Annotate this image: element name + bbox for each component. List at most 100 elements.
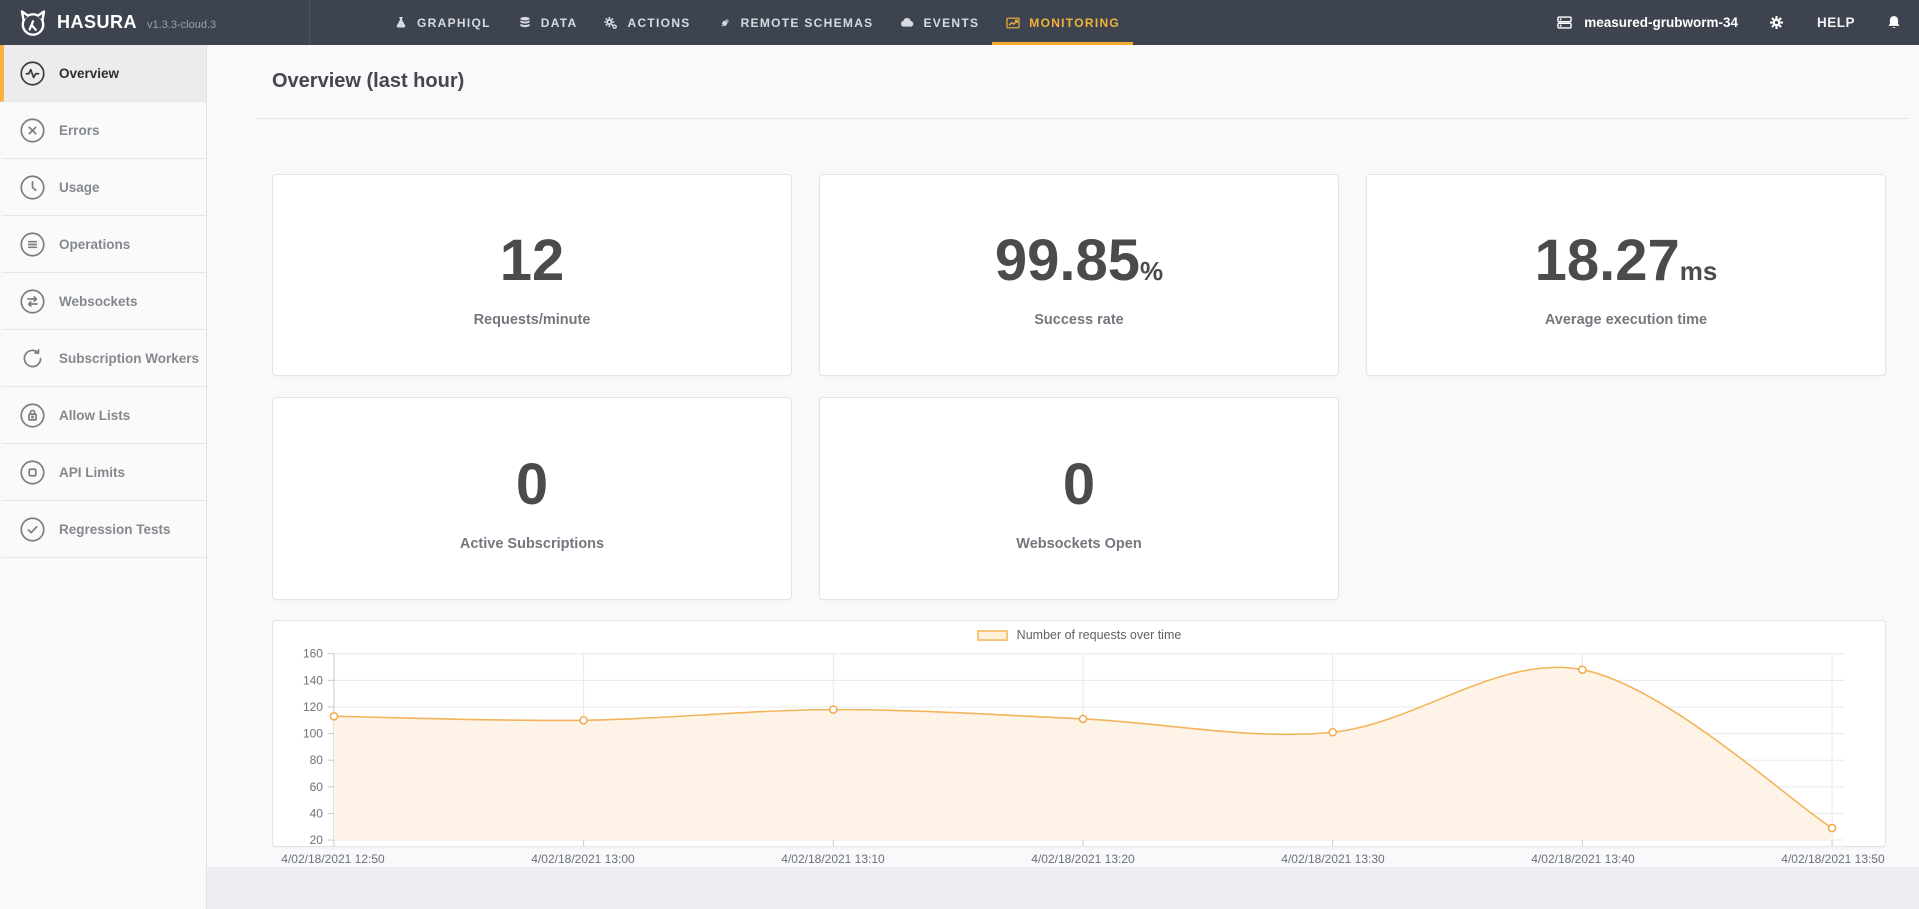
legend-label: Number of requests over time bbox=[1017, 628, 1182, 642]
data-point[interactable] bbox=[1579, 666, 1586, 673]
x-axis-label: 4/02/18/2021 13:10 bbox=[781, 852, 884, 866]
sidebar-item-websockets[interactable]: Websockets bbox=[0, 273, 206, 330]
nav-item-label: EVENTS bbox=[923, 16, 979, 30]
svg-text:40: 40 bbox=[310, 806, 324, 820]
x-axis-label: 4/02/18/2021 12:50 bbox=[281, 852, 384, 866]
svg-text:140: 140 bbox=[303, 673, 323, 687]
nav-item-graphiql[interactable]: GRAPHIQL bbox=[380, 0, 504, 45]
sidebar-item-errors[interactable]: Errors bbox=[0, 102, 206, 159]
page-title: Overview (last hour) bbox=[272, 70, 464, 93]
gears-icon bbox=[603, 15, 619, 31]
data-point[interactable] bbox=[1329, 729, 1336, 736]
svg-text:80: 80 bbox=[310, 753, 324, 767]
chart-line-icon bbox=[1005, 15, 1021, 31]
database-icon bbox=[517, 15, 533, 31]
data-point[interactable] bbox=[580, 717, 587, 724]
sidebar-item-label: Subscription Workers bbox=[59, 351, 199, 366]
main-content: Overview (last hour) 12 Requests/minute … bbox=[207, 45, 1919, 909]
sidebar-item-label: Operations bbox=[59, 237, 130, 252]
nav-item-label: REMOTE SCHEMAS bbox=[741, 16, 874, 30]
sidebar-item-label: Overview bbox=[59, 66, 119, 81]
nav-item-label: ACTIONS bbox=[627, 16, 690, 30]
stat-label: Active Subscriptions bbox=[460, 536, 604, 552]
sidebar-item-label: Regression Tests bbox=[59, 522, 171, 537]
lock-circle-icon bbox=[19, 402, 46, 429]
legend-swatch bbox=[977, 630, 1008, 641]
sidebar: Overview Errors Usage Operations Websock… bbox=[0, 45, 207, 909]
sidebar-item-label: Usage bbox=[59, 180, 100, 195]
project-name: measured-grubworm-34 bbox=[1584, 15, 1738, 30]
data-point[interactable] bbox=[330, 713, 337, 720]
notifications-button[interactable] bbox=[1885, 14, 1903, 32]
stat-value: 0 bbox=[1063, 456, 1095, 514]
hasura-logo-icon bbox=[18, 8, 48, 38]
nav-item-label: MONITORING bbox=[1029, 16, 1120, 30]
nav-item-actions[interactable]: ACTIONS bbox=[590, 0, 703, 45]
error-circle-icon bbox=[19, 117, 46, 144]
stat-card-active-subscriptions: 0 Active Subscriptions bbox=[272, 397, 792, 600]
sidebar-item-operations[interactable]: Operations bbox=[0, 216, 206, 273]
x-axis-label: 4/02/18/2021 13:00 bbox=[531, 852, 634, 866]
stat-label: Websockets Open bbox=[1016, 536, 1141, 552]
svg-text:20: 20 bbox=[310, 833, 324, 846]
x-axis-label: 4/02/18/2021 13:30 bbox=[1281, 852, 1384, 866]
sidebar-item-subscription-workers[interactable]: Subscription Workers bbox=[0, 330, 206, 387]
data-point[interactable] bbox=[1828, 825, 1835, 832]
svg-text:100: 100 bbox=[303, 727, 323, 741]
server-icon bbox=[1554, 12, 1575, 33]
stat-value: 12 bbox=[500, 232, 565, 290]
x-axis-label: 4/02/18/2021 13:40 bbox=[1531, 852, 1634, 866]
activity-icon bbox=[19, 60, 46, 87]
data-point[interactable] bbox=[830, 706, 837, 713]
stat-label: Success rate bbox=[1034, 312, 1123, 328]
sidebar-item-usage[interactable]: Usage bbox=[0, 159, 206, 216]
sidebar-item-label: Errors bbox=[59, 123, 100, 138]
x-axis-label: 4/02/18/2021 13:50 bbox=[1781, 852, 1884, 866]
navbar-right: measured-grubworm-34 HELP bbox=[1554, 0, 1903, 45]
project-selector[interactable]: measured-grubworm-34 bbox=[1554, 12, 1738, 33]
svg-text:160: 160 bbox=[303, 647, 323, 661]
bottom-strip bbox=[207, 867, 1919, 909]
stat-label: Requests/minute bbox=[474, 312, 591, 328]
title-divider bbox=[255, 118, 1909, 119]
svg-text:60: 60 bbox=[310, 780, 324, 794]
hasura-monitoring-app: HASURA v1.3.3-cloud.3 GRAPHIQL DATA ACTI… bbox=[0, 0, 1919, 909]
nav-item-remote-schemas[interactable]: REMOTE SCHEMAS bbox=[704, 0, 887, 45]
cloud-icon bbox=[899, 15, 915, 31]
sidebar-item-api-limits[interactable]: API Limits bbox=[0, 444, 206, 501]
data-point[interactable] bbox=[1079, 715, 1086, 722]
square-circle-icon bbox=[19, 459, 46, 486]
stat-card-websockets-open: 0 Websockets Open bbox=[819, 397, 1339, 600]
plug-icon bbox=[717, 15, 733, 31]
help-button[interactable]: HELP bbox=[1817, 15, 1855, 30]
brand-area[interactable]: HASURA v1.3.3-cloud.3 bbox=[0, 0, 310, 45]
flask-icon bbox=[393, 15, 409, 31]
stat-value: 18.27ms bbox=[1535, 232, 1718, 290]
requests-chart-svg[interactable]: 20 40 60 80 100 120 140 160 bbox=[273, 621, 1885, 846]
version-label: v1.3.3-cloud.3 bbox=[147, 19, 216, 31]
sidebar-item-regression-tests[interactable]: Regression Tests bbox=[0, 501, 206, 558]
stat-card-success-rate: 99.85% Success rate bbox=[819, 174, 1339, 376]
bell-icon bbox=[1885, 14, 1903, 32]
stat-value: 99.85% bbox=[995, 232, 1163, 290]
gear-icon bbox=[1768, 14, 1785, 31]
nav-item-events[interactable]: EVENTS bbox=[886, 0, 992, 45]
refresh-icon bbox=[19, 345, 46, 372]
top-navbar: HASURA v1.3.3-cloud.3 GRAPHIQL DATA ACTI… bbox=[0, 0, 1919, 45]
nav-item-data[interactable]: DATA bbox=[504, 0, 591, 45]
sidebar-item-label: API Limits bbox=[59, 465, 125, 480]
sidebar-item-label: Allow Lists bbox=[59, 408, 130, 423]
nav-item-label: GRAPHIQL bbox=[417, 16, 491, 30]
nav-item-label: DATA bbox=[541, 16, 578, 30]
x-axis-label: 4/02/18/2021 13:20 bbox=[1031, 852, 1134, 866]
stat-card-requests-per-minute: 12 Requests/minute bbox=[272, 174, 792, 376]
settings-button[interactable] bbox=[1768, 14, 1785, 31]
stat-label: Average execution time bbox=[1545, 312, 1707, 328]
exchange-circle-icon bbox=[19, 288, 46, 315]
clock-icon bbox=[19, 174, 46, 201]
check-circle-icon bbox=[19, 516, 46, 543]
sidebar-item-overview[interactable]: Overview bbox=[0, 45, 206, 102]
sidebar-item-allow-lists[interactable]: Allow Lists bbox=[0, 387, 206, 444]
nav-item-monitoring[interactable]: MONITORING bbox=[992, 0, 1133, 45]
svg-text:120: 120 bbox=[303, 700, 323, 714]
